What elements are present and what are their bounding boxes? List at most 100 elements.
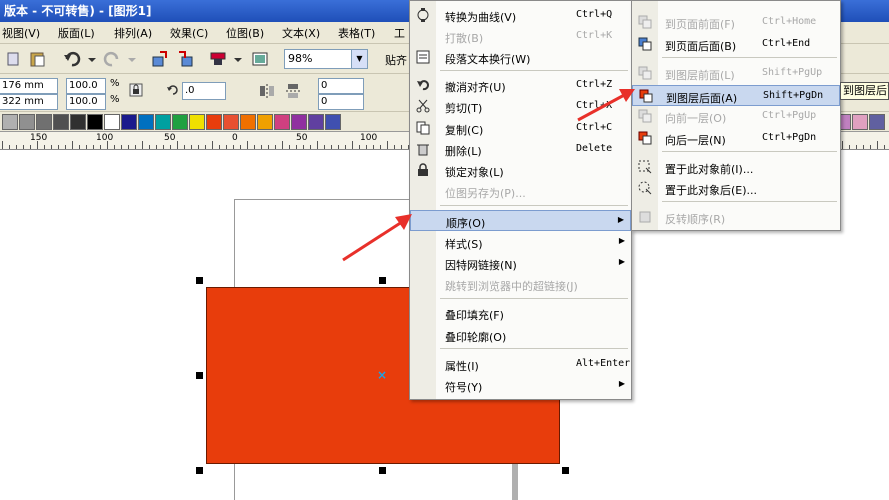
color-swatch[interactable] — [308, 114, 324, 130]
selection-handle-bottom[interactable] — [379, 467, 386, 474]
ruler-tick — [289, 145, 290, 149]
color-swatch[interactable] — [291, 114, 307, 130]
menu-view[interactable]: 视图(V) — [2, 25, 40, 41]
welcome-screen-icon[interactable] — [250, 49, 270, 69]
menu-effects[interactable]: 效果(C) — [170, 25, 208, 41]
submenu-item-back-one[interactable]: 向后一层(N) Ctrl+PgDn — [632, 128, 840, 149]
menu-item-save-bitmap-as[interactable]: 位图另存为(P)... — [410, 181, 631, 202]
color-swatch[interactable] — [87, 114, 103, 130]
menu-arrange[interactable]: 排列(A) — [114, 25, 152, 41]
menu-bitmaps[interactable]: 位图(B) — [226, 25, 264, 41]
offset-b-field[interactable]: 0 — [318, 94, 364, 110]
color-swatch[interactable] — [274, 114, 290, 130]
selection-handle-left[interactable] — [196, 372, 203, 379]
submenu-item-to-layer-front[interactable]: 到图层前面(L) Shift+PgUp — [632, 63, 840, 84]
color-swatch[interactable] — [869, 114, 885, 130]
object-height-field[interactable]: 322 mm — [0, 94, 58, 110]
menu-item-order[interactable]: 顺序(O) ▶ — [410, 210, 631, 231]
scale-x-field[interactable]: 100.0 — [66, 78, 106, 94]
menu-item-wrap-paragraph-text[interactable]: 段落文本换行(W) — [410, 47, 631, 68]
launcher-dropdown-icon[interactable] — [228, 49, 248, 69]
color-swatch[interactable] — [325, 114, 341, 130]
menu-item-cut[interactable]: 剪切(T) Ctrl+X — [410, 96, 631, 117]
rotation-angle-field[interactable]: .0 — [182, 82, 226, 100]
scale-y-field[interactable]: 100.0 — [66, 94, 106, 110]
color-swatch[interactable] — [189, 114, 205, 130]
submenu-item-to-layer-back[interactable]: 到图层后面(A) Shift+PgDn — [632, 85, 840, 106]
ruler-tick — [863, 145, 864, 149]
menu-text[interactable]: 文本(X) — [282, 25, 320, 41]
redo-icon[interactable] — [102, 49, 122, 69]
import-icon[interactable] — [150, 49, 170, 69]
lock-ratio-icon[interactable] — [128, 82, 144, 98]
object-width-field[interactable]: 176 mm — [0, 78, 58, 94]
menu-item-undo-align[interactable]: 撤消对齐(U) Ctrl+Z — [410, 75, 631, 96]
selection-handle-bottom-left[interactable] — [196, 467, 203, 474]
submenu-item-reverse-order[interactable]: 反转顺序(R) — [632, 207, 840, 228]
color-swatch[interactable] — [121, 114, 137, 130]
menu-item-styles[interactable]: 样式(S) ▶ — [410, 232, 631, 253]
color-swatch[interactable] — [70, 114, 86, 130]
menu-separator — [662, 57, 837, 58]
color-swatch[interactable] — [223, 114, 239, 130]
menu-item-symbol[interactable]: 符号(Y) ▶ — [410, 375, 631, 396]
cut-icon[interactable] — [4, 49, 24, 69]
undo-dropdown-icon[interactable] — [82, 49, 102, 69]
submenu-arrow-icon: ▶ — [618, 257, 625, 266]
color-swatch[interactable] — [53, 114, 69, 130]
redo-dropdown-icon[interactable] — [122, 49, 142, 69]
snap-to-label[interactable]: 贴齐 — [385, 52, 407, 68]
color-swatch[interactable] — [36, 114, 52, 130]
scissors-icon — [416, 99, 430, 113]
chevron-down-icon[interactable]: ▼ — [351, 50, 367, 68]
paste-icon[interactable] — [28, 49, 48, 69]
page-shadow — [512, 462, 518, 500]
menu-item-break-apart[interactable]: 打散(B) Ctrl+K — [410, 26, 631, 47]
color-swatch[interactable] — [104, 114, 120, 130]
color-swatch[interactable] — [257, 114, 273, 130]
color-swatch[interactable] — [155, 114, 171, 130]
ruler-tick — [261, 145, 262, 149]
selection-handle-top-left[interactable] — [196, 277, 203, 284]
ruler-tick — [23, 145, 24, 149]
menu-item-internet-link[interactable]: 因特网链接(N) ▶ — [410, 253, 631, 274]
menu-item-lock-object[interactable]: 锁定对象(L) — [410, 160, 631, 181]
mirror-horizontal-icon[interactable] — [258, 82, 276, 100]
menu-table[interactable]: 表格(T) — [338, 25, 375, 41]
menu-item-copy[interactable]: 复制(C) Ctrl+C — [410, 118, 631, 139]
export-icon[interactable] — [176, 49, 196, 69]
menu-tools[interactable]: 工 — [394, 25, 405, 41]
color-swatch[interactable] — [240, 114, 256, 130]
undo-icon[interactable] — [62, 49, 82, 69]
selection-handle-top[interactable] — [379, 277, 386, 284]
behind-icon — [638, 181, 652, 195]
ruler-tick — [79, 145, 80, 149]
mirror-vertical-icon[interactable] — [284, 82, 302, 100]
ruler-tick — [128, 145, 129, 149]
menu-item-jump-to-hyperlink[interactable]: 跳转到浏览器中的超链接(J) — [410, 274, 631, 295]
color-swatch[interactable] — [19, 114, 35, 130]
color-swatch[interactable] — [852, 114, 868, 130]
color-swatch[interactable] — [138, 114, 154, 130]
menu-item-properties[interactable]: 属性(I) Alt+Enter — [410, 354, 631, 375]
submenu-item-to-page-front[interactable]: 到页面前面(F) Ctrl+Home — [632, 12, 840, 33]
submenu-item-behind[interactable]: 置于此对象后(E)... — [632, 178, 840, 199]
submenu-item-forward-one[interactable]: 向前一层(O) Ctrl+PgUp — [632, 106, 840, 127]
submenu-arrow-icon: ▶ — [617, 215, 624, 224]
menu-item-overprint-fill[interactable]: 叠印填充(F) — [410, 303, 631, 324]
ruler-tick — [331, 145, 332, 149]
selection-handle-bottom-right[interactable] — [562, 467, 569, 474]
offset-a-field[interactable]: 0 — [318, 78, 364, 94]
color-swatch[interactable] — [2, 114, 18, 130]
menu-item-overprint-outline[interactable]: 叠印轮廓(O) — [410, 325, 631, 346]
ruler-tick — [16, 145, 17, 149]
menu-item-delete[interactable]: 删除(L) Delete — [410, 139, 631, 160]
color-swatch[interactable] — [206, 114, 222, 130]
menu-item-convert-to-curves[interactable]: 转换为曲线(V) Ctrl+Q — [410, 5, 631, 26]
application-launcher-icon[interactable] — [208, 49, 228, 69]
color-swatch[interactable] — [172, 114, 188, 130]
menu-layout[interactable]: 版面(L) — [58, 25, 95, 41]
zoom-level-select[interactable]: 98% ▼ — [284, 49, 368, 69]
submenu-item-to-page-back[interactable]: 到页面后面(B) Ctrl+End — [632, 34, 840, 55]
submenu-item-in-front-of[interactable]: 置于此对象前(I)... — [632, 157, 840, 178]
